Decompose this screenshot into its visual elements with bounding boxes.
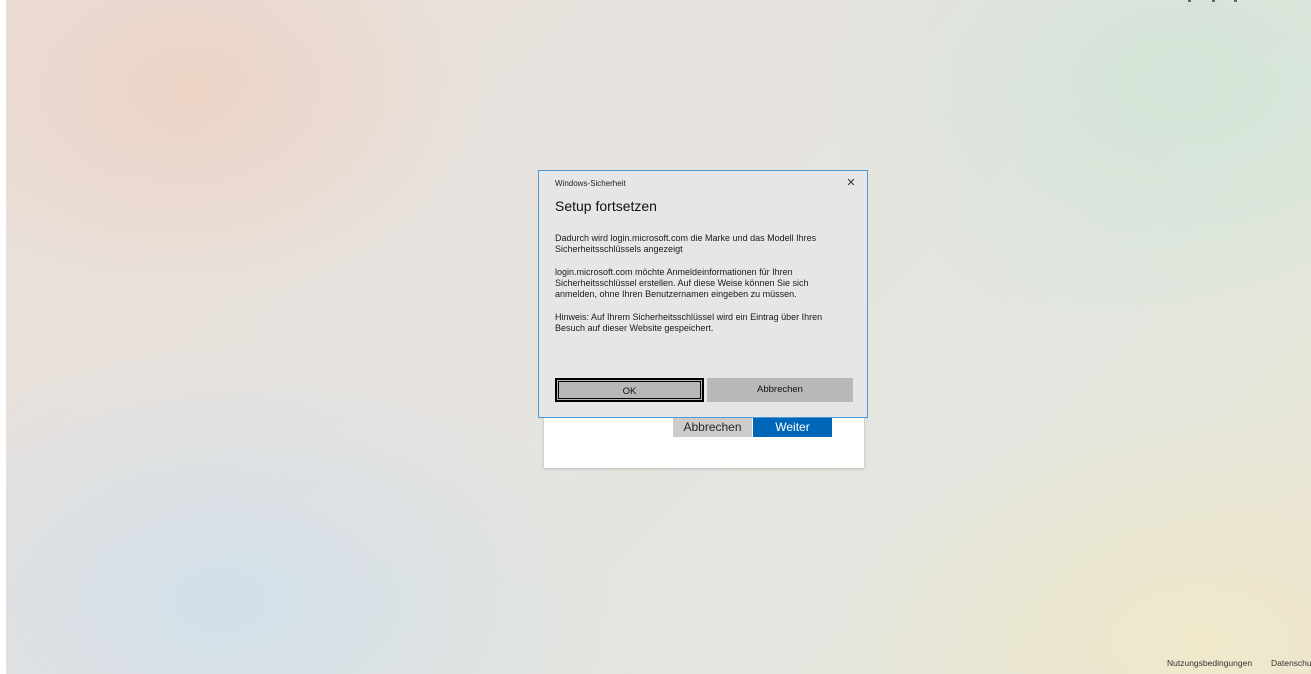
login-back-button[interactable]: Abbrechen [673,417,752,437]
windows-security-dialog: Windows-Sicherheit ✕ Setup fortsetzen Da… [538,170,868,418]
cancel-button[interactable]: Abbrechen [707,378,853,402]
login-next-button[interactable]: Weiter [753,417,832,437]
dialog-paragraph-note: Hinweis: Auf Ihrem Sicherheitsschlüssel … [555,312,823,333]
left-edge-strip [0,0,6,674]
ok-button[interactable]: OK [555,378,704,402]
dialog-title: Setup fortsetzen [555,198,657,214]
dialog-paragraph-brand: Dadurch wird login.microsoft.com die Mar… [555,233,817,254]
footer-terms-link[interactable]: Nutzungsbedingungen [1167,658,1252,668]
dialog-caption: Windows-Sicherheit [555,179,626,188]
footer-privacy-link[interactable]: Datenschu [1271,658,1311,668]
top-right-indicator [1188,0,1252,4]
dialog-body: Dadurch wird login.microsoft.com die Mar… [555,233,845,346]
dialog-paragraph-credentials: login.microsoft.com möchte Anmeldeinform… [555,267,809,299]
close-icon[interactable]: ✕ [844,176,858,190]
